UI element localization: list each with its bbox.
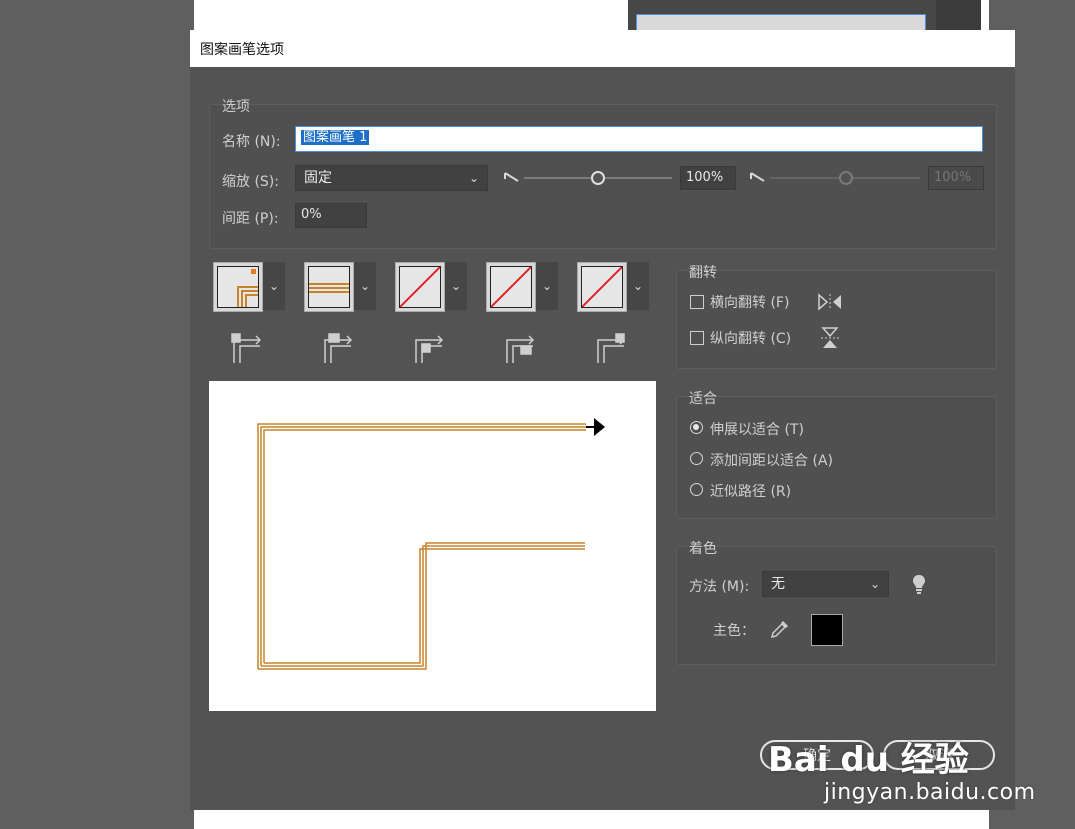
start-tile-icon <box>506 335 535 363</box>
scale-percent-field-2: 100% <box>928 166 984 190</box>
tile-outer-corner[interactable]: ⌄ <box>213 262 285 312</box>
flip-group-label: 翻转 <box>689 265 717 281</box>
chevron-down-icon[interactable]: ⌄ <box>263 262 285 310</box>
fit-spacing-radio[interactable] <box>690 452 703 465</box>
chevron-down-icon[interactable]: ⌄ <box>445 262 467 310</box>
key-color-swatch[interactable] <box>811 614 843 646</box>
flip-vertical-checkbox[interactable] <box>690 331 704 345</box>
background-panel <box>628 0 936 36</box>
options-group-label: 选项 <box>222 99 250 115</box>
flip-horizontal-icon <box>818 293 841 311</box>
tile-inner-corner[interactable]: ⌄ <box>395 262 467 312</box>
key-color-label: 主色： <box>713 623 755 639</box>
dialog-titlebar: 图案画笔选项 <box>190 30 1015 67</box>
tile-end[interactable]: ⌄ <box>577 262 649 312</box>
fit-approximate-label: 近似路径 (R) <box>710 484 792 500</box>
eyedropper-icon[interactable] <box>769 618 791 640</box>
background-toolbar <box>936 0 981 34</box>
watermark-logo: Bai du 经验 <box>768 740 969 780</box>
chevron-down-icon[interactable]: ⌄ <box>536 262 558 310</box>
scale-percent-field[interactable]: 100% <box>680 166 736 190</box>
tile-type-icons <box>231 333 626 363</box>
spacing-label: 间距 (P): <box>222 211 279 227</box>
baidu-jingyan-watermark: Bai du 经验 jingyan.baidu.com <box>768 718 1068 813</box>
inner-corner-tile-icon <box>415 335 444 363</box>
scale-slider[interactable] <box>502 168 678 190</box>
name-field[interactable]: 图案画笔 1 <box>295 126 983 152</box>
flip-vertical-label: 纵向翻转 (C) <box>710 331 792 347</box>
name-label: 名称 (N): <box>222 134 281 150</box>
tile-start[interactable]: ⌄ <box>486 262 558 312</box>
fit-stretch-label: 伸展以适合 (T) <box>710 422 804 438</box>
fit-approximate-radio[interactable] <box>690 483 703 496</box>
scale-label: 缩放 (S): <box>222 174 279 190</box>
chevron-down-icon: ⌄ <box>869 577 880 591</box>
colorize-group-label: 着色 <box>689 541 717 557</box>
chevron-down-icon[interactable]: ⌄ <box>627 262 649 310</box>
pattern-brush-options-dialog: 图案画笔选项 选项 名称 (N): 图案画笔 1 缩放 (S): 固定 ⌄ 10… <box>190 30 1015 810</box>
dialog-title: 图案画笔选项 <box>200 42 284 58</box>
scale-max-slider <box>750 171 920 185</box>
lightbulb-icon[interactable] <box>911 573 927 595</box>
scale-select-value: 固定 <box>304 170 332 186</box>
preview-path-graphic <box>257 418 605 670</box>
flip-horizontal-checkbox[interactable] <box>690 295 704 309</box>
method-select[interactable]: 无 ⌄ <box>762 571 889 597</box>
tile-side[interactable]: ⌄ <box>304 262 376 312</box>
flip-group <box>676 270 997 369</box>
scale-min-icon <box>504 172 519 182</box>
fit-spacing-label: 添加间距以适合 (A) <box>710 453 833 469</box>
outer-corner-tile-icon <box>231 333 262 363</box>
scale-slider-thumb <box>591 171 605 185</box>
scale-select[interactable]: 固定 ⌄ <box>295 165 488 191</box>
name-field-value: 图案画笔 1 <box>301 130 370 145</box>
method-select-value: 无 <box>771 576 785 592</box>
watermark-url: jingyan.baidu.com <box>824 780 1036 805</box>
fit-group-label: 适合 <box>689 391 717 407</box>
chevron-down-icon[interactable]: ⌄ <box>354 262 376 310</box>
method-label: 方法 (M): <box>689 579 750 595</box>
fit-stretch-radio[interactable] <box>690 421 703 434</box>
flip-vertical-icon <box>821 327 839 348</box>
colorize-group <box>676 546 997 665</box>
side-tile-icon <box>324 333 353 363</box>
chevron-down-icon: ⌄ <box>468 171 479 185</box>
spacing-field[interactable]: 0% <box>295 203 367 228</box>
flip-horizontal-label: 横向翻转 (F) <box>710 295 790 311</box>
pattern-preview <box>209 381 656 711</box>
end-tile-icon <box>597 333 626 363</box>
